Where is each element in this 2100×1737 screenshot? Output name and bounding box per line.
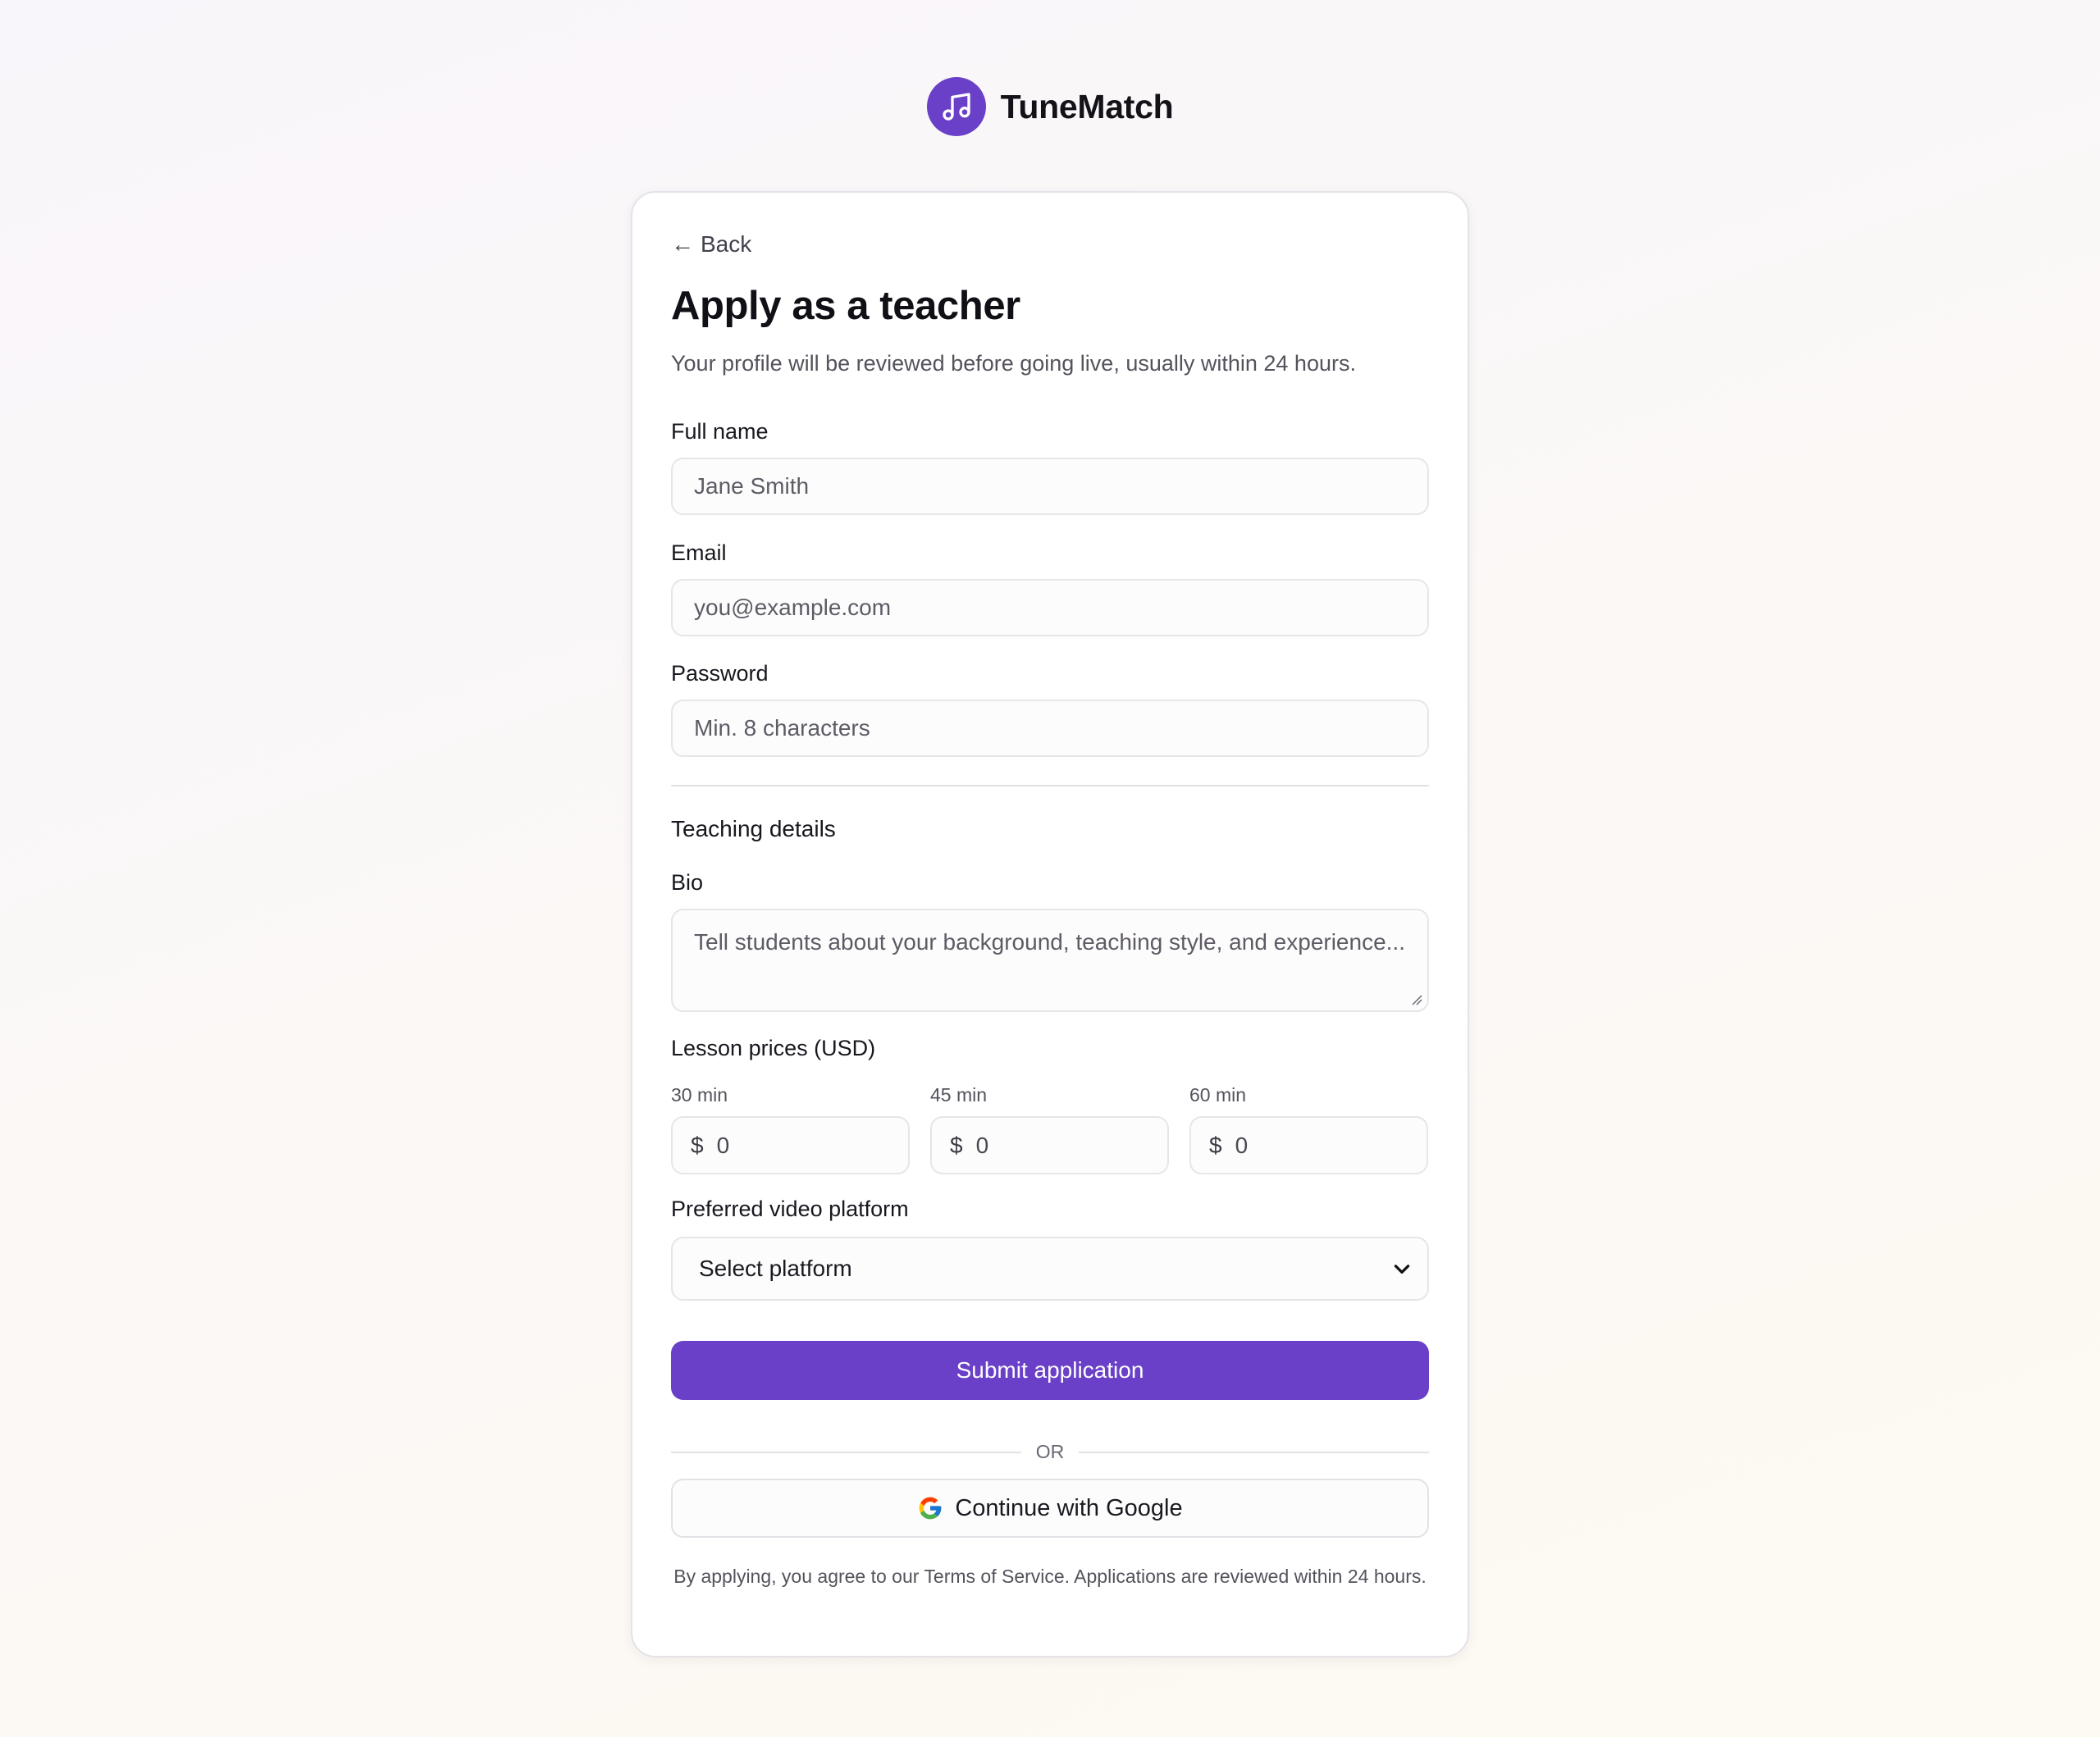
price-45-min: 45 min $ 0 <box>930 1084 1169 1174</box>
platform-label: Preferred video platform <box>671 1197 909 1221</box>
bio-placeholder: Tell students about your background, tea… <box>694 929 1405 955</box>
bio-textarea[interactable]: Tell students about your background, tea… <box>671 909 1429 1012</box>
back-arrow-icon: ← <box>671 231 694 257</box>
lesson-prices-label: Lesson prices (USD) <box>671 1036 876 1060</box>
password-placeholder: Min. 8 characters <box>694 715 870 741</box>
full-name-placeholder: Jane Smith <box>694 473 810 499</box>
email-label: Email <box>671 540 727 565</box>
music-note-icon <box>926 77 986 136</box>
terms-text: By applying, you agree to our Terms of S… <box>673 1566 1427 1587</box>
bio-label: Bio <box>671 870 704 895</box>
price-60-value: 0 <box>1235 1132 1249 1158</box>
google-icon <box>920 1497 942 1520</box>
or-line-right <box>1079 1451 1429 1453</box>
chevron-down-icon <box>1394 1265 1410 1274</box>
full-name-input[interactable]: Jane Smith <box>671 458 1429 515</box>
google-label: Continue with Google <box>955 1494 1183 1521</box>
full-name-label: Full name <box>671 419 769 444</box>
price-30-min: 30 min $ 0 <box>671 1084 910 1174</box>
price-45-label: 45 min <box>930 1084 988 1106</box>
brand-header: TuneMatch <box>0 77 2100 136</box>
currency-symbol: $ <box>950 1132 963 1158</box>
price-60-label: 60 min <box>1189 1084 1247 1106</box>
back-link[interactable]: ← Back <box>671 231 1429 258</box>
page-title: Apply as a teacher <box>671 284 1020 328</box>
price-60-input[interactable]: $ 0 <box>1189 1116 1428 1174</box>
price-60-min: 60 min $ 0 <box>1189 1084 1428 1174</box>
price-30-value: 0 <box>716 1132 730 1158</box>
price-45-input[interactable]: $ 0 <box>930 1116 1169 1174</box>
price-30-input[interactable]: $ 0 <box>671 1116 910 1174</box>
back-label: Back <box>701 231 752 257</box>
price-45-value: 0 <box>975 1132 989 1158</box>
page-subtitle: Your profile will be reviewed before goi… <box>671 351 1356 376</box>
price-30-label: 30 min <box>671 1084 728 1106</box>
password-input[interactable]: Min. 8 characters <box>671 700 1429 757</box>
currency-symbol: $ <box>1209 1132 1222 1158</box>
lesson-prices-row: 30 min $ 0 45 min $ 0 60 min $ 0 <box>671 1084 1429 1174</box>
or-line-left <box>671 1451 1021 1453</box>
platform-select[interactable]: Select platform <box>671 1237 1429 1301</box>
or-label: OR <box>1035 1441 1065 1462</box>
or-divider: OR <box>671 1441 1429 1463</box>
email-placeholder: you@example.com <box>694 595 892 620</box>
continue-with-google-button[interactable]: Continue with Google <box>671 1479 1429 1538</box>
currency-symbol: $ <box>691 1132 704 1158</box>
brand-name: TuneMatch <box>1000 87 1174 125</box>
submit-application-button[interactable]: Submit application <box>671 1341 1429 1400</box>
section-divider <box>671 785 1429 786</box>
resize-grip-icon[interactable] <box>1411 994 1422 1005</box>
submit-label: Submit application <box>956 1357 1144 1383</box>
password-label: Password <box>671 661 769 686</box>
teaching-details-title: Teaching details <box>671 816 836 841</box>
platform-selected-value: Select platform <box>699 1256 852 1281</box>
email-input[interactable]: you@example.com <box>671 579 1429 636</box>
